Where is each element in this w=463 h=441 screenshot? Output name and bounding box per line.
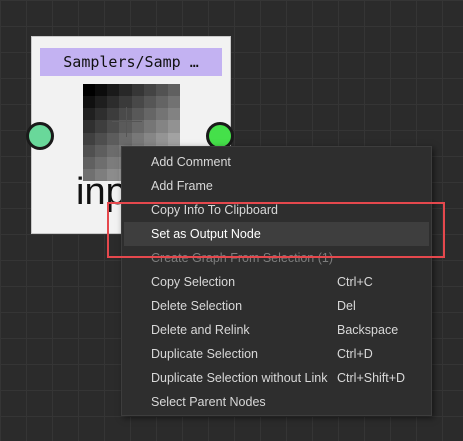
menu-item-duplicate-selection[interactable]: Duplicate Selection Ctrl+D xyxy=(124,342,429,366)
preview-swatch xyxy=(155,132,168,145)
preview-swatch xyxy=(143,132,156,145)
menu-item-label: Copy Info To Clipboard xyxy=(151,203,278,217)
preview-swatch xyxy=(143,120,156,133)
preview-swatch xyxy=(155,108,168,121)
preview-swatch xyxy=(95,120,108,133)
menu-item-add-comment[interactable]: Add Comment xyxy=(124,150,429,174)
preview-swatch xyxy=(83,108,96,121)
preview-swatch xyxy=(119,84,132,97)
menu-item-label: Add Frame xyxy=(151,179,213,193)
preview-swatch xyxy=(131,96,144,109)
menu-item-copy-selection[interactable]: Copy Selection Ctrl+C xyxy=(124,270,429,294)
node-title: Samplers/Samp … xyxy=(40,48,222,76)
menu-item-copy-info[interactable]: Copy Info To Clipboard xyxy=(124,198,429,222)
menu-item-delete-selection[interactable]: Delete Selection Del xyxy=(124,294,429,318)
preview-swatch xyxy=(83,84,96,97)
preview-swatch xyxy=(143,84,156,97)
preview-swatch xyxy=(131,84,144,97)
preview-swatch xyxy=(107,132,120,145)
preview-swatch xyxy=(107,156,120,169)
preview-swatch xyxy=(95,156,108,169)
menu-item-shortcut: Del xyxy=(337,299,356,313)
preview-swatch xyxy=(143,96,156,109)
preview-swatch xyxy=(155,84,168,97)
menu-item-shortcut: Backspace xyxy=(337,323,399,337)
menu-item-label: Create Graph From Selection (1) xyxy=(151,251,334,265)
preview-swatch xyxy=(131,132,144,145)
preview-swatch xyxy=(143,108,156,121)
preview-swatch xyxy=(95,84,108,97)
preview-swatch xyxy=(167,108,180,121)
preview-swatch xyxy=(119,96,132,109)
menu-item-label: Delete Selection xyxy=(151,299,243,313)
menu-item-add-frame[interactable]: Add Frame xyxy=(124,174,429,198)
preview-swatch xyxy=(155,120,168,133)
input-port[interactable] xyxy=(26,122,54,150)
preview-swatch xyxy=(107,96,120,109)
menu-item-label: Select Parent Nodes xyxy=(151,395,266,409)
menu-item-shortcut: Ctrl+C xyxy=(337,275,373,289)
preview-swatch xyxy=(83,120,96,133)
preview-swatch xyxy=(131,108,144,121)
preview-swatch xyxy=(95,144,108,157)
preview-swatch xyxy=(107,144,120,157)
context-menu: Add Comment Add Frame Copy Info To Clipb… xyxy=(121,146,432,416)
menu-item-shortcut: Ctrl+Shift+D xyxy=(337,371,406,385)
preview-swatch xyxy=(95,132,108,145)
preview-swatch xyxy=(155,96,168,109)
preview-swatch xyxy=(119,132,132,145)
preview-swatch xyxy=(107,108,120,121)
preview-swatch xyxy=(95,96,108,109)
menu-item-label: Duplicate Selection xyxy=(151,347,259,361)
preview-swatch xyxy=(83,156,96,169)
preview-swatch xyxy=(167,132,180,145)
menu-item-shortcut: Ctrl+D xyxy=(337,347,373,361)
preview-swatch xyxy=(167,120,180,133)
preview-swatch xyxy=(119,120,132,133)
preview-swatch xyxy=(167,96,180,109)
preview-swatch xyxy=(83,132,96,145)
menu-item-label: Set as Output Node xyxy=(151,227,261,241)
node-label: inp xyxy=(76,171,127,213)
preview-swatch xyxy=(83,144,96,157)
preview-swatch xyxy=(167,84,180,97)
preview-swatch xyxy=(119,108,132,121)
menu-item-label: Add Comment xyxy=(151,155,231,169)
menu-item-label: Delete and Relink xyxy=(151,323,250,337)
preview-swatch xyxy=(107,120,120,133)
menu-item-delete-relink[interactable]: Delete and Relink Backspace xyxy=(124,318,429,342)
preview-swatch xyxy=(107,84,120,97)
menu-item-label: Copy Selection xyxy=(151,275,236,289)
menu-item-duplicate-without-link[interactable]: Duplicate Selection without Link Ctrl+Sh… xyxy=(124,366,429,390)
preview-swatch xyxy=(131,120,144,133)
menu-item-label: Duplicate Selection without Link xyxy=(151,371,328,385)
menu-item-select-parent-nodes[interactable]: Select Parent Nodes xyxy=(124,390,429,414)
menu-item-set-output-node[interactable]: Set as Output Node xyxy=(124,222,429,246)
preview-swatch xyxy=(95,108,108,121)
menu-item-create-graph[interactable]: Create Graph From Selection (1) xyxy=(124,246,429,270)
preview-swatch xyxy=(83,96,96,109)
